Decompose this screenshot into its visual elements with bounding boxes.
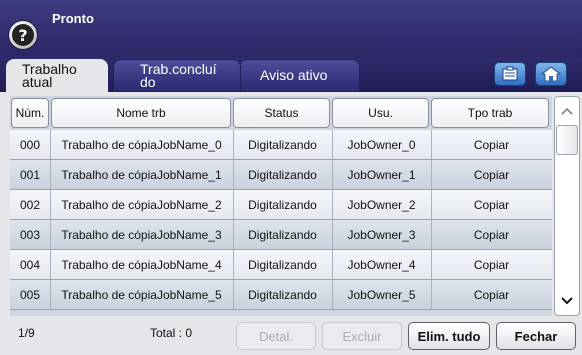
cell-status: Digitalizando xyxy=(248,138,317,152)
cell-status: Digitalizando xyxy=(248,288,317,302)
tab-current-jobs-label-2: atual xyxy=(22,74,53,90)
cell-status: Digitalizando xyxy=(248,198,317,212)
cell-job-type: Copiar xyxy=(473,168,510,182)
cell-number: 004 xyxy=(19,258,41,272)
cell-status: Digitalizando xyxy=(248,258,317,272)
delete-all-button[interactable]: Elim. tudo xyxy=(408,322,490,350)
chevron-up-icon xyxy=(561,107,573,115)
cell-user: JobOwner_1 xyxy=(347,168,416,182)
table-row[interactable]: 003 Trabalho de cópiaJobName_3 Digitaliz… xyxy=(10,220,552,250)
job-status-screen: ? Pronto Aviso ativo Trab.concluí do Tra… xyxy=(0,0,582,355)
chevron-down-icon xyxy=(561,297,573,305)
cell-job-type: Copiar xyxy=(473,258,510,272)
table-row[interactable]: 001 Trabalho de cópiaJobName_1 Digitaliz… xyxy=(10,160,552,190)
cell-number: 005 xyxy=(19,288,41,302)
tab-completed-jobs-label-2: do xyxy=(140,73,156,90)
table-header-row: Núm. Nome trb Status Usu. Tpo trab xyxy=(10,98,552,128)
cell-number: 002 xyxy=(19,198,41,212)
cell-job-type: Copiar xyxy=(473,138,510,152)
machine-status: Pronto xyxy=(52,11,94,26)
details-button[interactable]: Detal. xyxy=(236,322,316,350)
column-header-job-name[interactable]: Nome trb xyxy=(51,98,231,128)
cell-job-name: Trabalho de cópiaJobName_0 xyxy=(61,138,222,152)
close-button[interactable]: Fechar xyxy=(496,322,576,350)
cell-job-name: Trabalho de cópiaJobName_4 xyxy=(61,258,222,272)
document-list-icon xyxy=(502,66,518,81)
column-header-job-type[interactable]: Tpo trab xyxy=(431,98,549,128)
cell-status: Digitalizando xyxy=(248,168,317,182)
tab-active-notice-label: Aviso ativo xyxy=(260,67,328,83)
cell-job-name: Trabalho de cópiaJobName_2 xyxy=(61,198,222,212)
scroll-up-button[interactable] xyxy=(556,99,578,123)
job-status-icon-button[interactable] xyxy=(494,62,526,86)
scroll-thumb[interactable] xyxy=(556,125,578,155)
column-header-status[interactable]: Status xyxy=(233,98,330,128)
cell-user: JobOwner_0 xyxy=(347,138,416,152)
header-bar: ? Pronto xyxy=(0,0,582,57)
job-table: Núm. Nome trb Status Usu. Tpo trab 000 T… xyxy=(10,96,552,316)
cell-number: 003 xyxy=(19,228,41,242)
page-indicator: 1/9 xyxy=(18,326,35,340)
column-header-user[interactable]: Usu. xyxy=(332,98,429,128)
delete-button[interactable]: Excluir xyxy=(322,322,402,350)
tab-active-notice[interactable]: Aviso ativo xyxy=(239,59,360,92)
cell-status: Digitalizando xyxy=(248,228,317,242)
cell-number: 001 xyxy=(19,168,41,182)
cell-job-name: Trabalho de cópiaJobName_1 xyxy=(61,168,222,182)
cell-user: JobOwner_5 xyxy=(347,288,416,302)
scroll-down-button[interactable] xyxy=(556,289,578,313)
cell-job-name: Trabalho de cópiaJobName_5 xyxy=(61,288,222,302)
cell-user: JobOwner_4 xyxy=(347,258,416,272)
cell-user: JobOwner_3 xyxy=(347,228,416,242)
cell-number: 000 xyxy=(19,138,41,152)
column-header-number[interactable]: Núm. xyxy=(11,98,49,128)
table-row[interactable]: 005 Trabalho de cópiaJobName_5 Digitaliz… xyxy=(10,280,552,310)
total-count: Total : 0 xyxy=(150,326,193,340)
help-icon: ? xyxy=(12,24,34,46)
vertical-scrollbar[interactable] xyxy=(554,96,580,316)
cell-user: JobOwner_2 xyxy=(347,198,416,212)
table-row[interactable]: 002 Trabalho de cópiaJobName_2 Digitaliz… xyxy=(10,190,552,220)
help-button[interactable]: ? xyxy=(8,20,38,50)
cell-job-name: Trabalho de cópiaJobName_3 xyxy=(61,228,222,242)
table-row[interactable]: 004 Trabalho de cópiaJobName_4 Digitaliz… xyxy=(10,250,552,280)
table-row[interactable]: 000 Trabalho de cópiaJobName_0 Digitaliz… xyxy=(10,130,552,160)
cell-job-type: Copiar xyxy=(473,228,510,242)
home-button[interactable] xyxy=(535,62,567,86)
home-icon xyxy=(541,66,561,82)
cell-job-type: Copiar xyxy=(473,288,510,302)
tab-completed-jobs[interactable]: Trab.concluí do xyxy=(113,59,241,92)
cell-job-type: Copiar xyxy=(473,198,510,212)
tab-current-jobs[interactable]: Trabalho atual xyxy=(6,59,108,93)
